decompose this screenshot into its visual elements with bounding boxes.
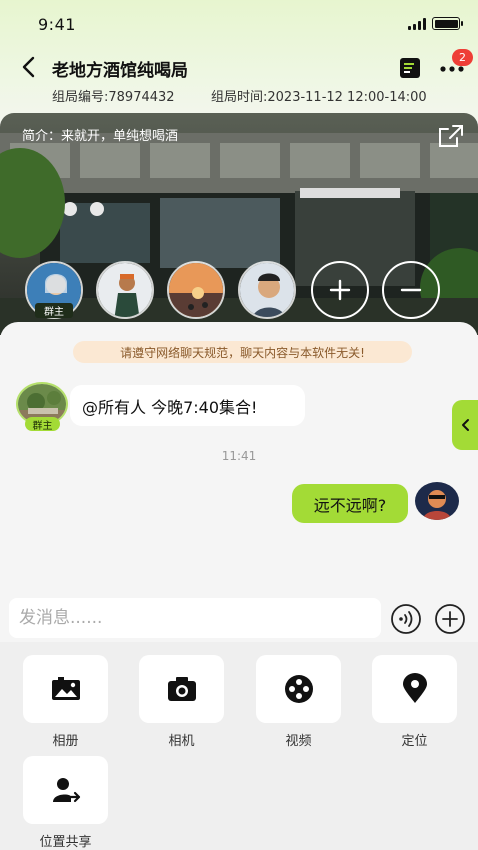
remove-member-button[interactable] [382, 261, 440, 319]
group-intro: 简介：来就开，单纯想喝酒 [22, 129, 179, 144]
camera-label: 相机 [168, 734, 195, 749]
host-tag: 群主 [25, 417, 60, 432]
status-icons [408, 17, 463, 30]
more-actions-button[interactable] [434, 603, 466, 635]
voice-button[interactable] [390, 603, 422, 635]
message-bubble: @所有人 今晚7:40集合! [70, 385, 305, 426]
member-avatar[interactable] [96, 261, 154, 319]
message-bubble-mine: 远不远啊? [292, 484, 408, 523]
back-button[interactable] [16, 54, 40, 80]
video-button[interactable] [256, 655, 341, 723]
add-member-button[interactable] [311, 261, 369, 319]
album-button[interactable] [23, 655, 108, 723]
chat-area: 请遵守网络聊天规范，聊天内容与本软件无关! 群主 @所有人 今晚7:40集合! … [0, 322, 478, 600]
location-label: 定位 [401, 734, 428, 749]
signal-icon [408, 17, 426, 30]
notes-button[interactable] [398, 56, 422, 80]
location-share-button[interactable] [23, 756, 108, 824]
action-panel: 相册 相机 视频 定位 位置共享 [0, 642, 478, 850]
location-share-label: 位置共享 [39, 835, 92, 850]
plus-circle-icon [435, 604, 465, 634]
group-time: 组局时间:2023-11-12 12:00-14:00 [211, 90, 427, 105]
member-avatar[interactable] [238, 261, 296, 319]
message-input[interactable] [9, 598, 381, 638]
document-icon [400, 58, 420, 78]
host-tag: 群主 [35, 303, 73, 318]
voice-icon [391, 604, 421, 634]
video-icon [284, 675, 313, 703]
camera-button[interactable] [139, 655, 224, 723]
share-icon [439, 125, 463, 147]
share-button[interactable] [437, 123, 465, 149]
message-time: 11:41 [221, 449, 257, 463]
location-share-icon [52, 778, 80, 803]
album-icon [51, 677, 80, 700]
header: 9:41 老地方酒馆纯喝局 2 组局编号:78974432 组局时间:2023-… [0, 0, 478, 122]
location-icon [402, 673, 427, 703]
chevron-left-icon [22, 56, 35, 78]
input-bar [0, 594, 478, 642]
battery-icon [432, 17, 463, 30]
group-banner: 简介：来就开，单纯想喝酒 群主 [0, 113, 478, 335]
video-label: 视频 [285, 734, 312, 749]
side-panel-toggle[interactable] [452, 400, 478, 450]
page-title: 老地方酒馆纯喝局 [52, 61, 188, 81]
status-time: 9:41 [38, 15, 76, 34]
my-avatar[interactable] [415, 482, 459, 520]
location-button[interactable] [372, 655, 457, 723]
camera-icon [167, 677, 196, 701]
minus-icon [400, 288, 422, 292]
notification-badge: 2 [452, 49, 473, 66]
chat-notice: 请遵守网络聊天规范，聊天内容与本软件无关! [73, 341, 412, 363]
group-id: 组局编号:78974432 [52, 90, 175, 105]
member-avatar[interactable] [167, 261, 225, 319]
chevron-left-icon [462, 419, 469, 431]
avatar [415, 482, 459, 520]
album-label: 相册 [52, 734, 79, 749]
plus-icon [329, 279, 351, 301]
